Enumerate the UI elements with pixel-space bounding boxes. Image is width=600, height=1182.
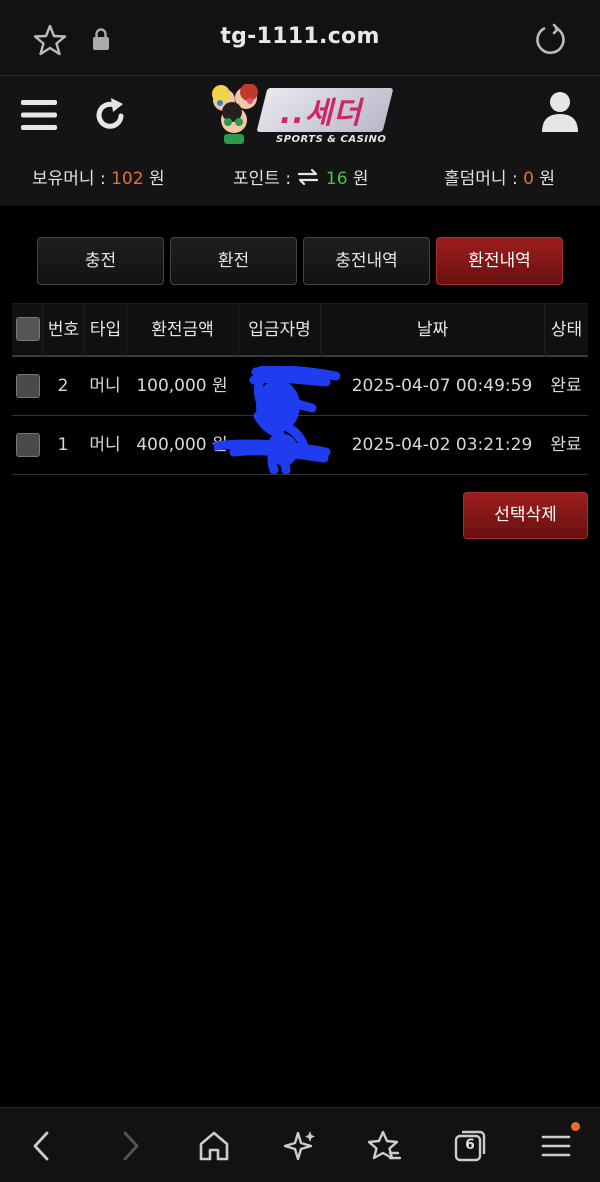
row-type: 머니 <box>89 435 121 455</box>
reload-icon[interactable] <box>532 22 568 58</box>
user-account-icon[interactable] <box>540 90 580 134</box>
tab-withdraw-history[interactable]: 환전내역 <box>436 237 563 285</box>
row-number: 2 <box>57 376 69 396</box>
row-checkbox[interactable] <box>16 374 40 398</box>
col-type: 타입 <box>84 304 126 356</box>
table-header: 번호 타입 환전금액 입금자명 날짜 상태 <box>12 303 588 357</box>
home-icon[interactable] <box>196 1128 232 1164</box>
balance-point: 포인트 : 16 원 <box>233 164 369 189</box>
holdem-label: 홀덤머니 : <box>444 169 518 189</box>
row-type: 머니 <box>89 376 121 396</box>
swap-arrows-icon[interactable] <box>298 169 319 185</box>
redaction-scribble <box>214 366 340 474</box>
tab-bar: 충전 환전 충전내역 환전내역 <box>37 237 563 285</box>
row-status: 완료 <box>550 376 582 396</box>
col-date: 날짜 <box>320 304 544 356</box>
tab-count: 6 <box>465 1137 475 1153</box>
money-value: 102 <box>111 169 144 189</box>
col-number: 번호 <box>42 304 84 356</box>
point-label: 포인트 : <box>233 169 292 189</box>
row-date: 2025-04-02 03:21:29 <box>351 435 533 455</box>
browser-toolbar: tg-1111.com <box>0 0 600 76</box>
sparkle-icon[interactable] <box>282 1128 318 1164</box>
col-amount: 환전금액 <box>126 304 238 356</box>
col-depositor: 입금자명 <box>238 304 320 356</box>
row-number: 1 <box>57 435 69 455</box>
refresh-icon[interactable] <box>92 96 128 134</box>
menu-icon[interactable] <box>538 1128 574 1164</box>
mascot-icon <box>212 84 258 144</box>
tab-deposit[interactable]: 충전 <box>37 237 164 285</box>
bookmark-star-icon[interactable] <box>366 1128 402 1164</box>
money-unit: 원 <box>148 169 165 189</box>
holdem-unit: 원 <box>539 169 555 189</box>
address-bar-url[interactable]: tg-1111.com <box>0 24 600 49</box>
row-checkbox[interactable] <box>16 433 40 457</box>
notification-dot <box>571 1122 580 1131</box>
row-status: 완료 <box>550 435 582 455</box>
row-date: 2025-04-07 00:49:59 <box>351 376 533 396</box>
balance-bar: 보유머니 : 102 원 포인트 : 16 원 홀덤머니 : 0 원 <box>0 164 600 192</box>
balance-holdem: 홀덤머니 : 0 원 <box>444 164 555 189</box>
delete-selected-button[interactable]: 선택삭제 <box>463 492 588 539</box>
logo-subtitle: SPORTS & CASINO <box>276 134 387 145</box>
browser-bottom-bar: 6 <box>0 1107 600 1182</box>
tab-withdraw[interactable]: 환전 <box>170 237 297 285</box>
tab-deposit-history[interactable]: 충전내역 <box>303 237 430 285</box>
hamburger-menu-icon[interactable] <box>20 98 58 132</box>
holdem-value: 0 <box>523 169 534 189</box>
select-all-checkbox[interactable] <box>16 317 40 341</box>
balance-money: 보유머니 : 102 원 <box>32 164 165 189</box>
point-value: 16 <box>325 169 348 189</box>
back-icon[interactable] <box>24 1128 60 1164</box>
col-status: 상태 <box>544 304 588 356</box>
point-unit: 원 <box>352 169 369 189</box>
forward-icon[interactable] <box>112 1128 148 1164</box>
money-label: 보유머니 : <box>32 169 106 189</box>
logo-text: ..세더 <box>280 96 362 131</box>
